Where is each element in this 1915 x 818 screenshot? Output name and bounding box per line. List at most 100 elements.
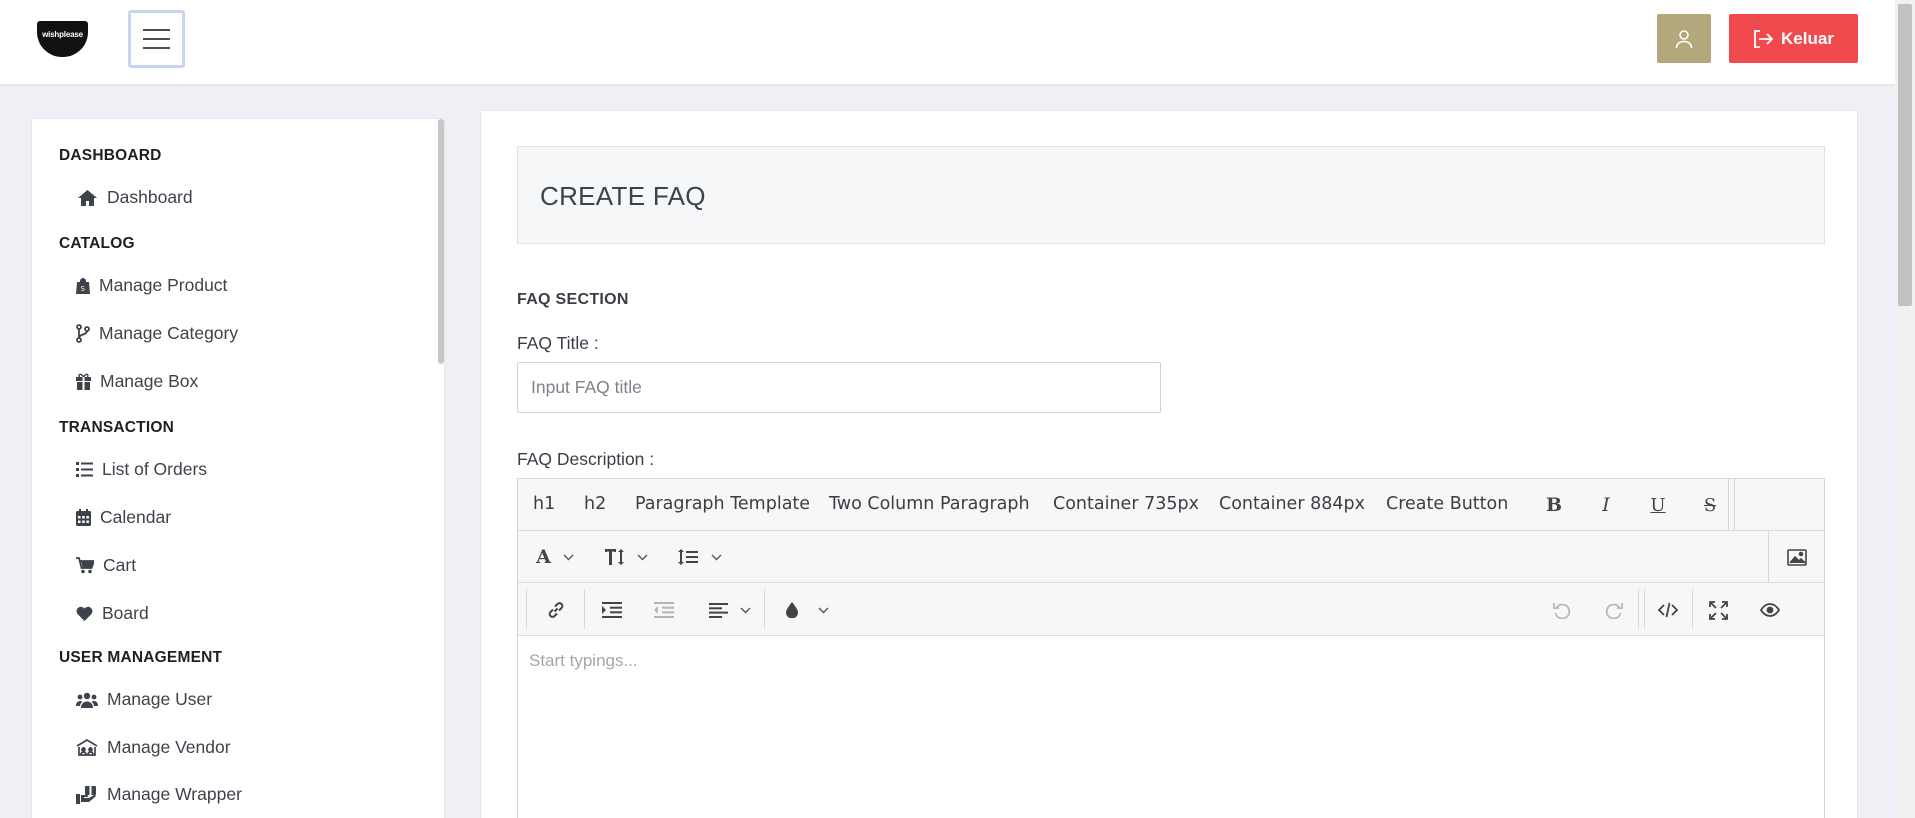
cart-icon xyxy=(76,557,94,574)
sidebar-item-label: Manage User xyxy=(107,689,213,709)
editor-toolbar-row-2: A xyxy=(518,531,1824,583)
font-icon: A xyxy=(536,546,551,568)
align-left-icon xyxy=(709,602,728,618)
sidebar-item-label: Manage Box xyxy=(100,371,199,391)
home-icon xyxy=(78,189,97,206)
sidebar-section-transaction: TRANSACTION xyxy=(59,419,174,436)
underline-icon: U xyxy=(1650,494,1666,516)
logout-label: Keluar xyxy=(1781,28,1834,48)
fullscreen-button[interactable] xyxy=(1706,598,1730,622)
sidebar-item-manage-box[interactable]: Manage Box xyxy=(76,371,198,392)
vendor-icon xyxy=(76,739,98,756)
outdent-button[interactable] xyxy=(652,598,676,622)
chevron-down-icon xyxy=(740,607,751,613)
user-icon xyxy=(1675,29,1693,48)
font-family-dropdown[interactable]: A xyxy=(530,545,580,569)
logout-button[interactable]: Keluar xyxy=(1729,14,1858,63)
image-icon xyxy=(1787,548,1807,566)
wrapper-icon xyxy=(76,785,96,804)
sidebar-item-label: Manage Vendor xyxy=(107,737,231,757)
undo-button[interactable] xyxy=(1550,598,1574,622)
insert-image-button[interactable] xyxy=(1782,545,1812,569)
sidebar-item-manage-product[interactable]: S Manage Product xyxy=(76,275,227,296)
wishplease-logo[interactable]: wishplease xyxy=(37,21,88,57)
sidebar-item-board[interactable]: Board xyxy=(76,603,149,624)
line-height-dropdown[interactable] xyxy=(674,545,726,569)
underline-button[interactable]: U xyxy=(1646,493,1670,517)
faq-section-label: FAQ SECTION xyxy=(517,291,629,308)
faq-title-input[interactable] xyxy=(517,362,1161,413)
expand-icon xyxy=(1708,600,1728,620)
sidebar-item-label: Manage Product xyxy=(99,275,228,295)
user-profile-button[interactable] xyxy=(1657,14,1711,63)
list-icon xyxy=(76,462,93,477)
chevron-down-icon xyxy=(563,554,574,560)
editor-placeholder: Start typings... xyxy=(529,651,638,670)
eye-icon xyxy=(1760,603,1780,617)
preview-button[interactable] xyxy=(1758,598,1782,622)
page-scrollbar[interactable] xyxy=(1895,0,1915,818)
sidebar-item-manage-user[interactable]: Manage User xyxy=(76,689,212,710)
faq-description-label: FAQ Description : xyxy=(517,449,655,469)
bold-button[interactable]: B xyxy=(1542,493,1566,517)
italic-button[interactable]: I xyxy=(1594,493,1618,517)
page-title: CREATE FAQ xyxy=(540,181,706,211)
sidebar-item-list-of-orders[interactable]: List of Orders xyxy=(76,459,207,480)
rich-text-editor: h1 h2 Paragraph Template Two Column Para… xyxy=(517,478,1825,818)
template-h2-button[interactable]: h2 xyxy=(584,494,606,514)
indent-button[interactable] xyxy=(600,598,624,622)
sidebar-scrollbar[interactable] xyxy=(438,119,444,364)
sidebar: DASHBOARD Dashboard CATALOG S Manage Pro… xyxy=(31,118,445,818)
sidebar-item-calendar[interactable]: Calendar xyxy=(76,507,171,528)
page-title-box: CREATE FAQ xyxy=(517,146,1825,244)
italic-icon: I xyxy=(1602,494,1610,516)
redo-button[interactable] xyxy=(1602,598,1626,622)
sidebar-item-manage-vendor[interactable]: Manage Vendor xyxy=(76,737,231,758)
code-icon xyxy=(1658,602,1678,618)
sidebar-item-manage-wrapper[interactable]: Manage Wrapper xyxy=(76,784,242,805)
text-height-icon xyxy=(604,549,624,565)
gift-box-icon xyxy=(76,373,91,390)
insert-link-button[interactable] xyxy=(544,598,568,622)
sidebar-item-label: List of Orders xyxy=(102,459,208,479)
calendar-icon xyxy=(76,509,91,526)
strikethrough-button[interactable]: S xyxy=(1698,493,1722,517)
faq-title-label: FAQ Title : xyxy=(517,333,599,353)
svg-text:S: S xyxy=(81,285,86,293)
sidebar-section-catalog: CATALOG xyxy=(59,235,135,252)
scrollbar-thumb[interactable] xyxy=(1898,4,1912,306)
editor-content-area[interactable]: Start typings... xyxy=(518,637,1824,818)
chevron-down-icon xyxy=(637,554,647,560)
sidebar-item-label: Board xyxy=(102,603,149,623)
top-header: wishplease Keluar xyxy=(0,0,1895,84)
font-size-dropdown[interactable] xyxy=(600,545,652,569)
editor-toolbar-row-3 xyxy=(518,583,1824,636)
code-branch-icon xyxy=(76,324,90,343)
align-dropdown[interactable] xyxy=(702,598,758,622)
link-icon xyxy=(548,602,564,618)
sidebar-item-manage-category[interactable]: Manage Category xyxy=(76,323,238,344)
sign-out-icon xyxy=(1754,29,1774,48)
undo-icon xyxy=(1553,602,1571,619)
sidebar-item-cart[interactable]: Cart xyxy=(76,555,136,576)
sidebar-item-dashboard[interactable]: Dashboard xyxy=(77,187,193,208)
strikethrough-icon: S xyxy=(1703,494,1717,516)
template-container-884-button[interactable]: Container 884px xyxy=(1219,494,1365,514)
menu-toggle-button[interactable] xyxy=(128,10,185,68)
bold-icon: B xyxy=(1545,494,1563,516)
template-h1-button[interactable]: h1 xyxy=(533,494,555,514)
redo-icon xyxy=(1605,602,1623,619)
template-paragraph-button[interactable]: Paragraph Template xyxy=(635,494,810,514)
chevron-down-icon xyxy=(711,554,722,560)
droplet-icon xyxy=(785,602,798,618)
sidebar-item-label: Calendar xyxy=(100,507,172,527)
color-dropdown[interactable] xyxy=(780,598,834,622)
code-view-button[interactable] xyxy=(1656,598,1680,622)
sidebar-item-label: Dashboard xyxy=(107,187,193,207)
template-two-column-button[interactable]: Two Column Paragraph xyxy=(829,494,1030,514)
heart-icon xyxy=(76,606,93,621)
template-container-735-button[interactable]: Container 735px xyxy=(1053,494,1199,514)
editor-toolbar-row-1: h1 h2 Paragraph Template Two Column Para… xyxy=(518,479,1824,531)
sidebar-item-label: Cart xyxy=(103,555,137,575)
template-create-button[interactable]: Create Button xyxy=(1386,494,1508,514)
